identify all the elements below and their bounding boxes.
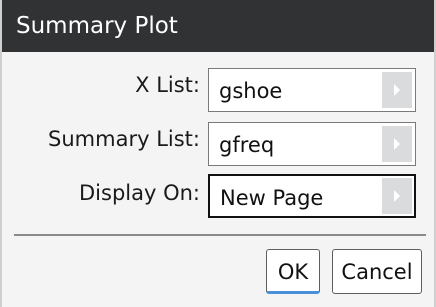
summary-list-label: Summary List: <box>48 127 200 151</box>
display-on-label: Display On: <box>79 181 200 205</box>
summary-list-select[interactable]: gfreq <box>208 122 416 166</box>
x-list-label: X List: <box>135 73 200 97</box>
summary-plot-dialog: Summary Plot X List: gshoe Summary List:… <box>0 0 436 307</box>
ok-button[interactable]: OK <box>266 249 320 294</box>
summary-list-value: gfreq <box>219 133 275 157</box>
display-on-select[interactable]: New Page <box>208 174 416 218</box>
cancel-button[interactable]: Cancel <box>332 249 422 294</box>
chevron-right-icon <box>394 84 400 96</box>
summary-list-dropdown-button[interactable] <box>382 126 412 162</box>
chevron-right-icon <box>394 190 400 202</box>
display-on-value: New Page <box>220 186 324 210</box>
divider <box>14 234 426 236</box>
display-on-dropdown-button[interactable] <box>382 178 412 214</box>
x-list-value: gshoe <box>219 79 283 103</box>
x-list-select[interactable]: gshoe <box>208 68 416 112</box>
dialog-title: Summary Plot <box>2 0 434 52</box>
x-list-dropdown-button[interactable] <box>382 72 412 108</box>
chevron-right-icon <box>394 138 400 150</box>
